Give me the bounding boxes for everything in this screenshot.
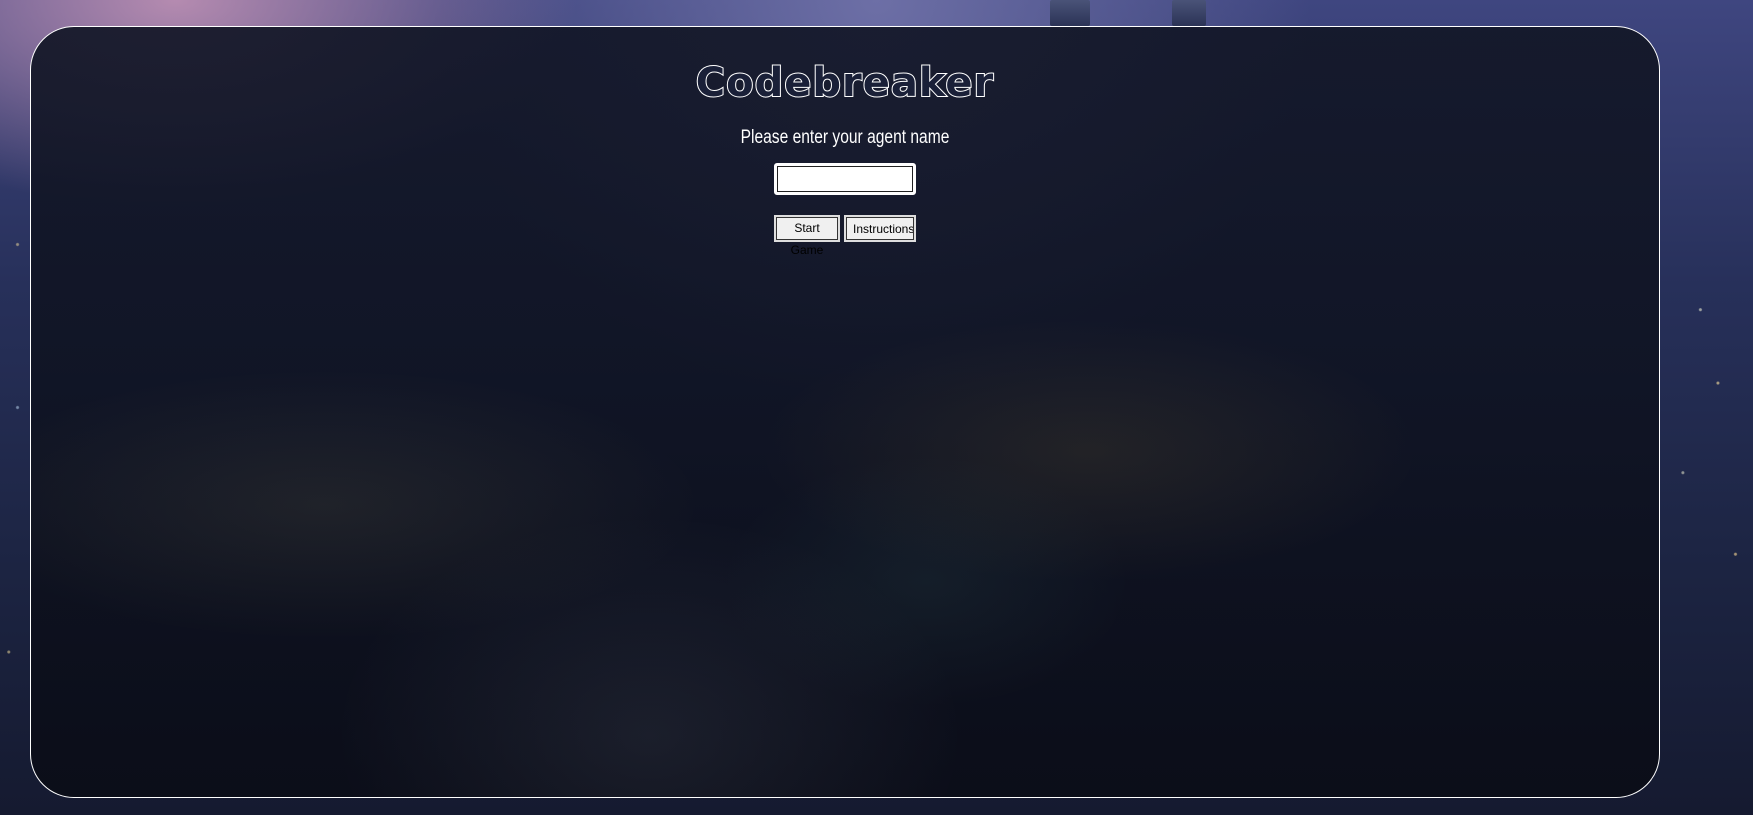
agent-name-prompt: Please enter your agent name [740,127,950,148]
agent-name-input[interactable] [774,163,916,195]
agent-name-field-wrapper [31,163,1659,197]
background-tower [1172,0,1206,26]
instructions-button[interactable]: Instructions [844,215,916,242]
action-buttons: Start Game Instructions [31,215,1659,257]
background-tower [1050,0,1090,26]
game-panel: Codebreaker Please enter your agent name… [30,26,1660,798]
start-game-button[interactable]: Start Game [774,215,840,257]
page-title: Codebreaker [695,59,995,107]
